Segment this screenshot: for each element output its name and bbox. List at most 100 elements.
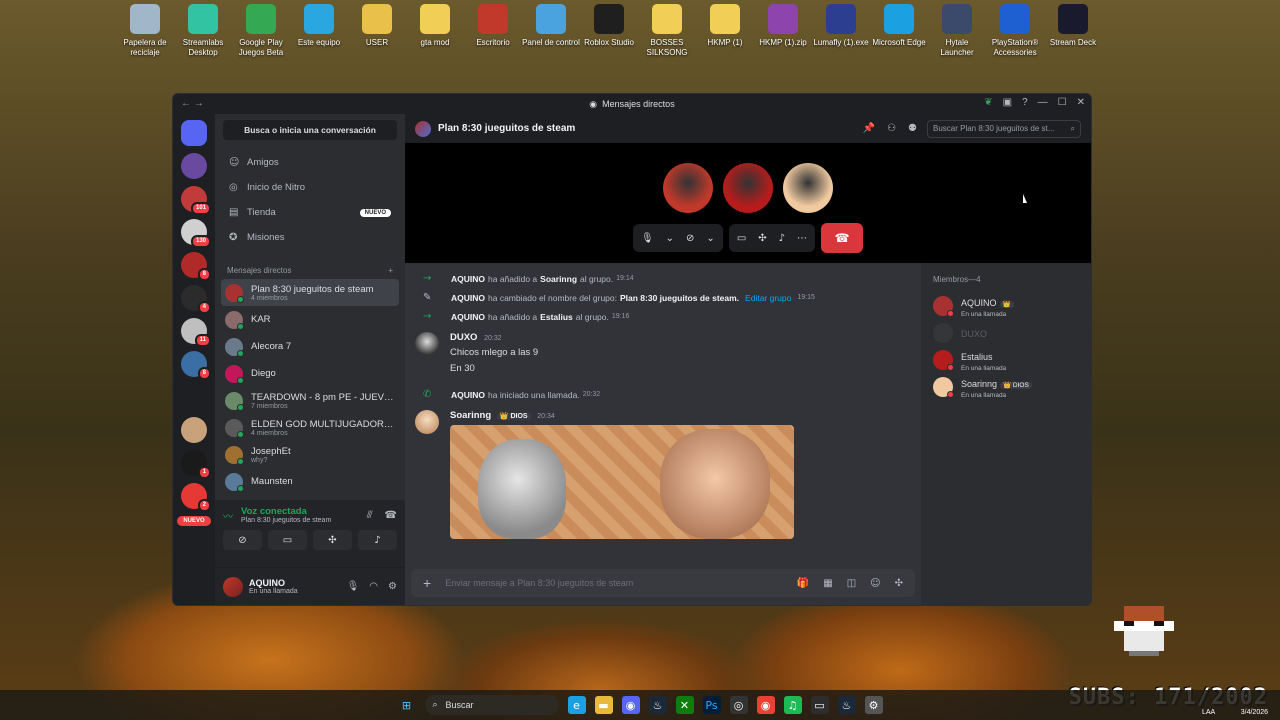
server-3-icon[interactable]: 130 — [181, 219, 211, 248]
sys-user[interactable]: AQUINO — [451, 312, 485, 322]
gift-icon[interactable]: 🎁 — [797, 578, 809, 589]
server-7-icon[interactable]: 8 — [181, 351, 211, 380]
edit-group-link[interactable]: Editar grupo — [745, 293, 791, 303]
spotify-icon[interactable]: ♫ — [783, 696, 802, 714]
photoshop-icon[interactable]: Ps — [702, 696, 721, 714]
call-more-icon[interactable]: ⋯ — [797, 233, 807, 244]
desktop-icon[interactable]: Roblox Studio — [580, 4, 638, 58]
message-avatar[interactable] — [415, 332, 439, 356]
obs-icon[interactable]: ◎ — [729, 696, 748, 714]
desktop-icon[interactable]: Escritorio — [464, 4, 522, 58]
server-8-icon[interactable] — [181, 384, 207, 410]
add-friends-icon[interactable]: ⚇ — [887, 123, 896, 134]
dm-nav-quests[interactable]: ✪ Misiones — [223, 225, 397, 250]
call-screen-share-icon[interactable]: ▭ — [737, 233, 746, 244]
gif-icon[interactable]: ▦ — [823, 578, 832, 589]
minimize-button[interactable]: — — [1038, 97, 1048, 108]
voice-channel[interactable]: Plan 8:30 jueguitos de steam — [241, 517, 331, 524]
message-author[interactable]: Soarinng — [450, 410, 491, 421]
call-camera-icon[interactable]: ⊘ — [686, 233, 694, 244]
sticker-icon[interactable]: ◫ — [847, 578, 856, 589]
desktop-icon[interactable]: Streamlabs Desktop — [174, 4, 232, 58]
disconnect-icon[interactable]: ☎ — [385, 510, 397, 521]
server-9-icon[interactable] — [181, 417, 207, 443]
dm-list-item[interactable]: JosephEt why? — [221, 441, 399, 468]
discord-taskbar-icon[interactable]: ◉ — [621, 696, 640, 714]
dm-list-item[interactable]: Diego — [221, 360, 399, 387]
camera-button[interactable]: ⊘ — [223, 530, 262, 550]
voice-status[interactable]: Voz conectada — [241, 506, 331, 517]
dm-nav-shop[interactable]: ▤ Tienda NUEVO — [223, 200, 397, 225]
call-activities-icon[interactable]: ✣ — [758, 233, 766, 244]
desktop-icon[interactable]: Lumafly (1).exe — [812, 4, 870, 58]
sys-target[interactable]: Estalius — [540, 312, 573, 322]
call-mic-icon[interactable]: 🎙 — [641, 233, 654, 244]
gif-attachment[interactable] — [450, 425, 794, 539]
noise-suppression-icon[interactable]: ⫻ — [367, 510, 373, 521]
settings-icon[interactable]: ⚙ — [864, 696, 883, 714]
desktop-icon[interactable]: USER — [348, 4, 406, 58]
desktop-icon[interactable]: Google Play Juegos Beta — [232, 4, 290, 58]
server-4-icon[interactable]: 8 — [181, 252, 211, 281]
member-list-icon[interactable]: ⚉ — [908, 123, 917, 134]
call-soundboard-icon[interactable]: ♪ — [779, 233, 785, 244]
tray-language[interactable]: LAA — [1202, 709, 1215, 716]
user-name[interactable]: AQUINO — [249, 578, 298, 588]
desktop-icon[interactable]: HKMP (1) — [696, 4, 754, 58]
server-10-icon[interactable]: 1 — [181, 450, 211, 479]
help-icon[interactable]: ? — [1022, 97, 1028, 108]
conversation-search-button[interactable]: Busca o inicia una conversación — [223, 120, 397, 140]
server-1-icon[interactable] — [181, 153, 207, 179]
new-badge[interactable]: NUEVO — [177, 516, 211, 526]
windows-start-icon[interactable]: ⊞ — [398, 696, 416, 714]
steam-icon[interactable]: ♨ — [648, 696, 667, 714]
dm-list-item[interactable]: ELDEN GOD MULTIJUGADOR 7... 4 miembros — [221, 414, 399, 441]
message-author[interactable]: DUXO — [450, 332, 477, 343]
member-item[interactable]: Estalius En una llamada — [933, 346, 1079, 373]
microphone-icon[interactable]: 🎙 — [347, 581, 360, 592]
dm-nav-friends[interactable]: ☺ Amigos — [223, 150, 397, 175]
sys-target[interactable]: Soarinng — [540, 274, 577, 284]
attach-plus-icon[interactable]: + — [423, 575, 431, 591]
hang-up-button[interactable]: ☎ — [821, 223, 864, 253]
screen-share-button[interactable]: ▭ — [268, 530, 307, 550]
chrome-icon[interactable]: ◉ — [756, 696, 775, 714]
member-item[interactable]: Soarinng 👑 DIOS En una llamada — [933, 373, 1079, 400]
taskbar-search[interactable]: ⌕ Buscar — [424, 695, 559, 715]
dm-list-item[interactable]: Maunsten — [221, 468, 399, 495]
emoji-icon[interactable]: ☺ — [870, 578, 880, 589]
desktop-icon[interactable]: PlayStation® Accessories — [986, 4, 1044, 58]
xbox-icon[interactable]: ✕ — [675, 696, 694, 714]
desktop-icon[interactable]: Microsoft Edge — [870, 4, 928, 58]
desktop-icon[interactable]: Panel de control — [522, 4, 580, 58]
channel-name[interactable]: Plan 8:30 jueguitos de steam — [438, 123, 575, 134]
member-item[interactable]: DUXO — [933, 319, 1079, 346]
server-5-icon[interactable]: 4 — [181, 285, 211, 314]
terminal-icon[interactable]: ▭ — [810, 696, 829, 714]
maximize-button[interactable]: ☐ — [1058, 97, 1067, 108]
dm-list-item[interactable]: TEARDOWN - 8 pm PE - JUEVES 7 miembros — [221, 387, 399, 414]
dm-nav-nitro[interactable]: ◎ Inicio de Nitro — [223, 175, 397, 200]
discord-home-icon[interactable] — [181, 120, 207, 146]
sys-user[interactable]: AQUINO — [451, 390, 485, 400]
call-participant-2-avatar[interactable] — [723, 163, 773, 213]
desktop-icon[interactable]: HKMP (1).zip — [754, 4, 812, 58]
pin-icon[interactable]: 📌 — [863, 123, 875, 134]
server-6-icon[interactable]: 11 — [181, 318, 211, 347]
desktop-icon[interactable]: Hytale Launcher — [928, 4, 986, 58]
desktop-icon[interactable]: gta mod — [406, 4, 464, 58]
sys-user[interactable]: AQUINO — [451, 293, 485, 303]
steam-2-icon[interactable]: ♨ — [837, 696, 856, 714]
chevron-down-icon[interactable]: ⌄ — [706, 233, 714, 244]
dm-list-item[interactable]: Plan 8:30 jueguitos de steam 4 miembros — [221, 279, 399, 306]
user-avatar[interactable] — [223, 576, 243, 597]
edge-icon[interactable]: e — [567, 696, 586, 714]
back-forward-icon[interactable]: ← → — [181, 98, 204, 109]
desktop-icon[interactable]: Este equipo — [290, 4, 348, 58]
chevron-down-icon[interactable]: ⌄ — [666, 233, 674, 244]
dm-list-item[interactable]: Alecora 7 — [221, 333, 399, 360]
server-2-icon[interactable]: 101 — [181, 186, 211, 215]
desktop-icon[interactable]: BOSSES SILKSONG — [638, 4, 696, 58]
call-participant-1-avatar[interactable] — [663, 163, 713, 213]
message-composer[interactable]: + Enviar mensaje a Plan 8:30 jueguitos d… — [411, 569, 915, 597]
